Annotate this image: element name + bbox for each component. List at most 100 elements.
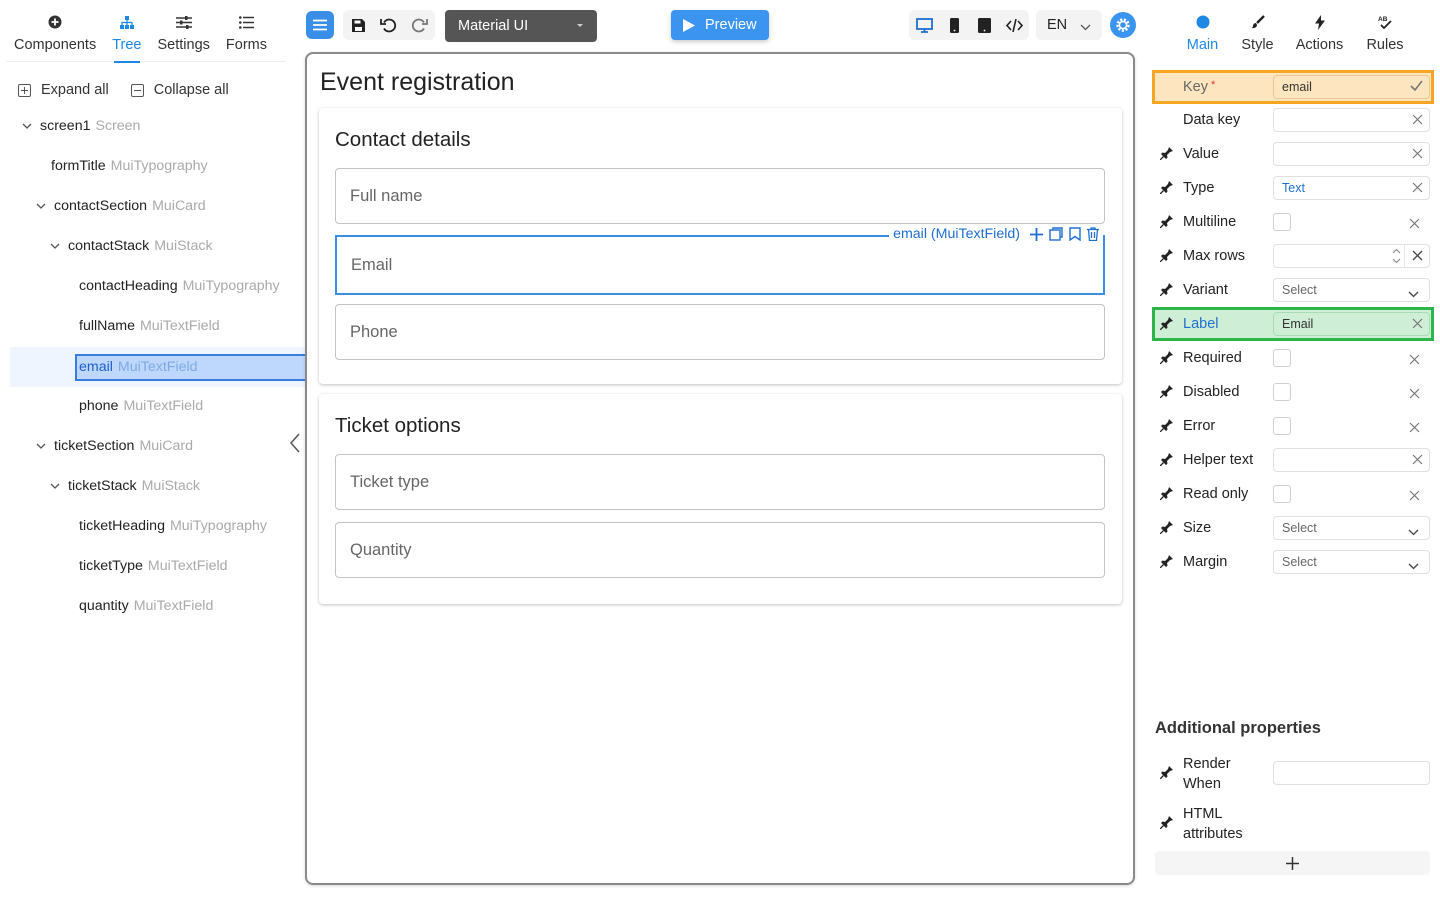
helper-text-input[interactable]: [1273, 448, 1430, 472]
pin-icon[interactable]: [1159, 147, 1173, 165]
tab-rules[interactable]: AB Rules: [1354, 8, 1416, 62]
form-title[interactable]: Event registration: [320, 68, 515, 97]
chevron-down-icon[interactable]: [20, 123, 34, 129]
contact-heading[interactable]: Contact details: [335, 128, 471, 152]
pin-icon[interactable]: [1159, 766, 1173, 784]
tree-node-ticketType[interactable]: ticketType MuiTextField: [79, 546, 228, 586]
type-input[interactable]: Text: [1273, 176, 1430, 200]
pin-icon[interactable]: [1159, 181, 1173, 199]
tree-node-contactSection[interactable]: contactSection MuiCard: [34, 186, 206, 226]
code-view-button[interactable]: [1003, 14, 1025, 36]
tab-style[interactable]: Style: [1230, 8, 1285, 62]
data-key-input[interactable]: [1273, 108, 1430, 132]
tree-node-ticketSection[interactable]: ticketSection MuiCard: [34, 426, 193, 466]
preview-button[interactable]: Preview: [671, 10, 769, 40]
close-icon[interactable]: [1409, 420, 1420, 438]
add-attribute-button[interactable]: [1155, 851, 1430, 875]
chevron-down-icon[interactable]: [34, 203, 48, 209]
ticket-section-card[interactable]: Ticket options Ticket type Quantity: [319, 394, 1122, 604]
chevron-down-icon[interactable]: [48, 243, 62, 249]
pin-icon[interactable]: [1159, 816, 1173, 834]
bookmark-icon[interactable]: [1069, 227, 1081, 241]
desktop-view-button[interactable]: [913, 14, 935, 36]
pin-icon[interactable]: [1159, 249, 1173, 267]
tree-node-fullName[interactable]: fullName MuiTextField: [79, 306, 220, 346]
full-name-field[interactable]: Full name: [335, 168, 1105, 224]
tab-settings[interactable]: Settings: [150, 8, 218, 62]
tree-node-ticketStack[interactable]: ticketStack MuiStack: [48, 466, 200, 506]
tree-node-quantity[interactable]: quantity MuiTextField: [79, 586, 213, 626]
ticket-type-field[interactable]: Ticket type: [335, 454, 1105, 510]
stepper-icon[interactable]: [1392, 247, 1401, 268]
pin-icon[interactable]: [1159, 453, 1173, 471]
quantity-field[interactable]: Quantity: [335, 522, 1105, 578]
mobile-view-button[interactable]: [943, 14, 965, 36]
tab-components[interactable]: Components: [6, 8, 104, 62]
pin-icon[interactable]: [1159, 419, 1173, 437]
close-icon[interactable]: [1412, 148, 1423, 162]
close-icon[interactable]: [1409, 216, 1420, 234]
tree-node-formTitle[interactable]: formTitle MuiTypography: [51, 146, 208, 186]
max-rows-input[interactable]: [1273, 244, 1430, 268]
close-icon[interactable]: [1412, 318, 1423, 332]
save-button[interactable]: [347, 14, 369, 36]
pin-icon[interactable]: [1159, 555, 1173, 573]
settings-button[interactable]: [1110, 12, 1136, 38]
read-only-checkbox[interactable]: [1273, 485, 1291, 503]
add-icon[interactable]: [1030, 227, 1043, 241]
tree-node-contactHeading[interactable]: contactHeading MuiTypography: [79, 266, 280, 306]
pin-icon[interactable]: [1159, 283, 1173, 301]
pin-icon[interactable]: [1159, 215, 1173, 233]
close-icon[interactable]: [1412, 182, 1423, 196]
expand-all-button[interactable]: Expand all: [18, 82, 109, 98]
value-input[interactable]: [1273, 142, 1430, 166]
disabled-checkbox[interactable]: [1273, 383, 1291, 401]
pin-icon[interactable]: [1159, 487, 1173, 505]
tablet-view-button[interactable]: [973, 14, 995, 36]
tab-tree[interactable]: Tree: [104, 8, 149, 63]
undo-button[interactable]: [378, 14, 400, 36]
pin-icon[interactable]: [1159, 351, 1173, 369]
close-icon[interactable]: [1409, 488, 1420, 506]
email-field[interactable]: Email email (MuiTextField): [335, 224, 1105, 295]
tab-actions[interactable]: Actions: [1285, 8, 1354, 62]
pin-icon[interactable]: [1159, 317, 1173, 335]
margin-select[interactable]: Select: [1273, 550, 1430, 574]
close-icon[interactable]: [1412, 114, 1423, 128]
required-checkbox[interactable]: [1273, 349, 1291, 367]
tree-node-email[interactable]: email MuiTextField: [75, 354, 307, 381]
ticket-heading[interactable]: Ticket options: [335, 414, 461, 438]
tree-node-contactStack[interactable]: contactStack MuiStack: [48, 226, 213, 266]
close-icon[interactable]: [1409, 352, 1420, 370]
language-select[interactable]: EN: [1036, 10, 1102, 40]
theme-select[interactable]: Material UI: [445, 10, 597, 42]
tree-node-ticketHeading[interactable]: ticketHeading MuiTypography: [79, 506, 267, 546]
error-checkbox[interactable]: [1273, 417, 1291, 435]
pin-icon[interactable]: [1159, 521, 1173, 539]
menu-button[interactable]: [306, 11, 334, 39]
tree-node-screen1[interactable]: screen1 Screen: [20, 106, 140, 146]
label-input[interactable]: Email: [1273, 312, 1430, 336]
tab-forms[interactable]: Forms: [218, 8, 275, 62]
variant-select[interactable]: Select: [1273, 278, 1430, 302]
chevron-down-icon[interactable]: [34, 443, 48, 449]
pin-icon[interactable]: [1159, 385, 1173, 403]
multiline-checkbox[interactable]: [1273, 213, 1291, 231]
key-input[interactable]: email: [1273, 75, 1430, 99]
render-when-input[interactable]: [1273, 761, 1430, 785]
chevron-down-icon[interactable]: [48, 483, 62, 489]
phone-field[interactable]: Phone: [335, 304, 1105, 360]
duplicate-icon[interactable]: [1049, 227, 1063, 241]
collapse-all-button[interactable]: Collapse all: [130, 82, 229, 98]
trash-icon[interactable]: [1087, 227, 1099, 241]
redo-button[interactable]: [409, 14, 431, 36]
tab-main[interactable]: Main: [1175, 8, 1230, 62]
close-icon[interactable]: [1412, 250, 1423, 264]
close-icon[interactable]: [1412, 454, 1423, 468]
tree-node-phone[interactable]: phone MuiTextField: [79, 386, 203, 426]
collapse-left-panel-button[interactable]: [288, 432, 302, 459]
check-icon[interactable]: [1410, 80, 1423, 94]
contact-section-card[interactable]: Contact details Full name Email email (M…: [319, 108, 1122, 384]
size-select[interactable]: Select: [1273, 516, 1430, 540]
close-icon[interactable]: [1409, 386, 1420, 404]
